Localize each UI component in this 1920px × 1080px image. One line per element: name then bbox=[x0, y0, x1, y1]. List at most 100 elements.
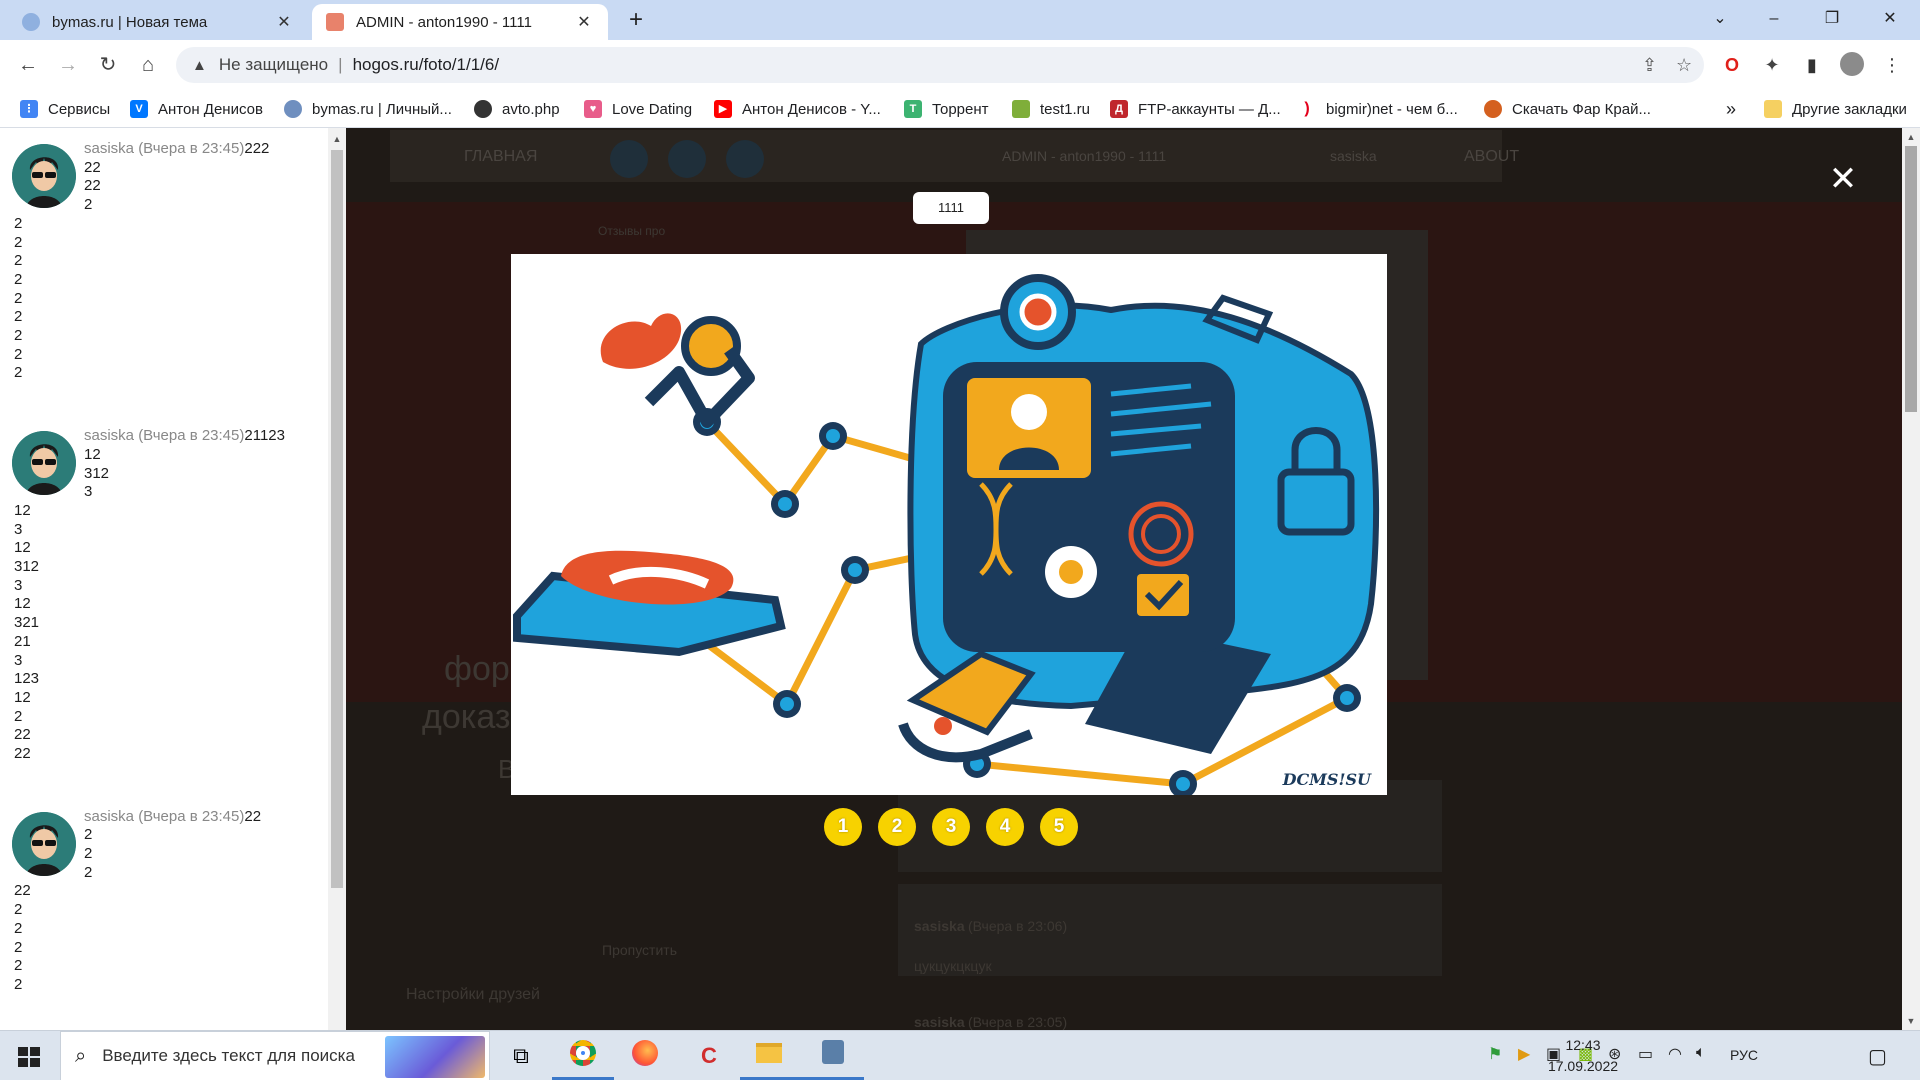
tab-admin[interactable]: ADMIN - anton1990 - 1111 ✕ bbox=[312, 4, 608, 40]
media-player-tray-icon[interactable]: ▶ bbox=[1518, 1044, 1530, 1064]
game-icon bbox=[1484, 100, 1502, 118]
bookmarks-overflow-button[interactable]: » bbox=[1726, 90, 1736, 128]
clock-time: 12:43 bbox=[1565, 1037, 1601, 1053]
task-view-icon[interactable]: ⧉ bbox=[504, 1040, 538, 1072]
page-button[interactable]: 5 bbox=[1040, 808, 1078, 846]
new-tab-button[interactable]: + bbox=[622, 6, 650, 34]
bookmark-item[interactable]: test1.ru bbox=[1012, 90, 1090, 128]
chat-text-line: 2 bbox=[14, 308, 23, 326]
avatar[interactable] bbox=[12, 144, 76, 208]
clock-date: 17.09.2022 bbox=[1547, 1058, 1619, 1074]
photo-viewer-image[interactable]: DCMS!SU bbox=[511, 254, 1387, 795]
chat-text-line: 2 bbox=[14, 901, 23, 919]
file-explorer-icon[interactable] bbox=[752, 1040, 786, 1072]
url-text[interactable]: hogos.ru/foto/1/1/6/ bbox=[353, 55, 500, 75]
home-button[interactable]: ⌂ bbox=[132, 50, 164, 80]
bookmark-item[interactable]: avto.php bbox=[474, 90, 560, 128]
scroll-down-arrow-icon[interactable]: ▼ bbox=[1902, 1014, 1920, 1028]
nav-home-link: ГЛАВНАЯ bbox=[464, 148, 538, 165]
menu-kebab-icon[interactable]: ⋮ bbox=[1880, 52, 1904, 78]
avatar[interactable] bbox=[12, 431, 76, 496]
app-installer-icon[interactable] bbox=[816, 1040, 850, 1072]
page-button[interactable]: 1 bbox=[824, 808, 862, 846]
close-tab-icon[interactable]: ✕ bbox=[574, 12, 594, 32]
bookmark-label: Скачать Фар Край... bbox=[1512, 100, 1651, 118]
extensions-puzzle-icon[interactable]: ✦ bbox=[1760, 52, 1784, 78]
bookmark-item[interactable]: Д FTP-аккаунты — Д... bbox=[1110, 90, 1281, 128]
system-clock[interactable]: 12:43 17.09.2022 bbox=[1538, 1035, 1628, 1077]
chat-text-line: 2 bbox=[84, 863, 93, 881]
windows-start-icon[interactable] bbox=[10, 1043, 50, 1071]
taskbar-search[interactable]: ⌕ Введите здесь текст для поиска bbox=[60, 1031, 490, 1080]
chat-username[interactable]: sasiska bbox=[84, 427, 138, 444]
page-button[interactable]: 2 bbox=[878, 808, 916, 846]
firefox-icon[interactable] bbox=[628, 1040, 662, 1072]
chat-text-line: 2 bbox=[14, 270, 23, 288]
page-button[interactable]: 3 bbox=[932, 808, 970, 846]
minimize-button[interactable]: – bbox=[1748, 0, 1800, 40]
opera-extension-icon[interactable]: O bbox=[1720, 52, 1744, 78]
bookmark-star-icon[interactable]: ☆ bbox=[1676, 55, 1692, 76]
scroll-up-arrow-icon[interactable]: ▲ bbox=[328, 132, 346, 146]
bookmark-item[interactable]: ⋮ Сервисы bbox=[20, 90, 110, 128]
bookmark-label: bymas.ru | Личный... bbox=[312, 100, 452, 118]
chat-text-line: 2 bbox=[14, 345, 23, 363]
chat-text-line: 12 bbox=[14, 539, 31, 557]
chat-username[interactable]: sasiska bbox=[84, 808, 138, 825]
scroll-up-arrow-icon[interactable]: ▲ bbox=[1902, 130, 1920, 144]
back-button[interactable]: ← bbox=[12, 50, 44, 80]
side-panel-icon[interactable]: ▮ bbox=[1800, 52, 1824, 78]
notifications-icon[interactable]: ▢ bbox=[1868, 1044, 1887, 1069]
bookmark-item[interactable]: ♥ Love Dating bbox=[584, 90, 692, 128]
address-bar[interactable]: ▲ Не защищено | hogos.ru/foto/1/1/6/ ⇪ ☆ bbox=[176, 47, 1704, 83]
bookmark-item[interactable]: Скачать Фар Край... bbox=[1484, 90, 1651, 128]
other-bookmarks-label: Другие закладки bbox=[1792, 100, 1907, 118]
window-close-button[interactable]: ✕ bbox=[1864, 0, 1916, 40]
chat-username[interactable]: sasiska bbox=[84, 140, 138, 157]
profile-avatar[interactable] bbox=[1840, 52, 1864, 78]
warning-icon[interactable]: ▲ bbox=[192, 57, 207, 74]
chat-text-line: 2 bbox=[14, 707, 23, 725]
input-language[interactable]: РУС bbox=[1730, 1047, 1758, 1063]
chat-timestamp: (Вчера в 23:45) bbox=[138, 140, 245, 157]
bookmark-item[interactable]: bymas.ru | Личный... bbox=[284, 90, 452, 128]
bookmark-item[interactable]: ) bigmir)net - чем б... bbox=[1298, 90, 1458, 128]
tab-bymas[interactable]: bymas.ru | Новая тема ✕ bbox=[8, 4, 308, 40]
avatar[interactable] bbox=[12, 811, 76, 876]
chat-scrollbar[interactable]: ▲ bbox=[328, 128, 346, 1030]
restore-button[interactable]: ❐ bbox=[1806, 0, 1858, 40]
bookmark-item[interactable]: V Антон Денисов bbox=[130, 90, 263, 128]
bookmark-item[interactable]: ▶ Антон Денисов - Y... bbox=[714, 90, 881, 128]
chat-text-line: 3 bbox=[14, 576, 23, 594]
close-icon[interactable]: ✕ bbox=[1826, 162, 1860, 196]
ccleaner-icon[interactable]: C bbox=[692, 1040, 726, 1072]
chrome-icon[interactable] bbox=[566, 1040, 600, 1072]
reload-button[interactable]: ↻ bbox=[92, 50, 124, 80]
search-placeholder[interactable]: Введите здесь текст для поиска bbox=[102, 1046, 355, 1066]
chat-message-header: sasiska (Вчера в 23:45)222 22 22 2 bbox=[84, 140, 269, 215]
wifi-icon[interactable]: ◠ bbox=[1668, 1044, 1682, 1064]
bookmark-item[interactable]: T Торрент bbox=[904, 90, 989, 128]
bookmark-label: test1.ru bbox=[1040, 100, 1091, 118]
forward-button[interactable]: → bbox=[52, 50, 84, 80]
background-comment-user: sasiska bbox=[914, 918, 965, 934]
share-icon[interactable]: ⇪ bbox=[1642, 55, 1657, 76]
chat-text-line: 2 bbox=[14, 919, 23, 937]
chat-text-line: 22 bbox=[14, 882, 31, 900]
nav-username: sasiska bbox=[1330, 148, 1377, 164]
chat-text-line: 2 bbox=[84, 845, 93, 863]
tab-search-icon[interactable]: ⌄ bbox=[1694, 0, 1746, 40]
page-scrollbar[interactable]: ▲ ▼ bbox=[1902, 128, 1920, 1030]
background-comment-user: sasiska bbox=[914, 1014, 965, 1030]
scrollbar-thumb[interactable] bbox=[1905, 146, 1917, 412]
close-tab-icon[interactable]: ✕ bbox=[274, 12, 294, 32]
security-label[interactable]: Не защищено bbox=[219, 55, 328, 75]
bookmark-label: bigmir)net - чем б... bbox=[1326, 100, 1458, 118]
green-flag-tray-icon[interactable]: ⚑ bbox=[1488, 1044, 1502, 1064]
other-bookmarks[interactable]: Другие закладки bbox=[1764, 90, 1907, 128]
scrollbar-thumb[interactable] bbox=[331, 150, 343, 888]
battery-icon[interactable]: ▭ bbox=[1638, 1044, 1653, 1064]
volume-icon[interactable]: 🔈︎ bbox=[1696, 1044, 1706, 1062]
chat-text-line: 2 bbox=[14, 214, 23, 232]
page-button[interactable]: 4 bbox=[986, 808, 1024, 846]
